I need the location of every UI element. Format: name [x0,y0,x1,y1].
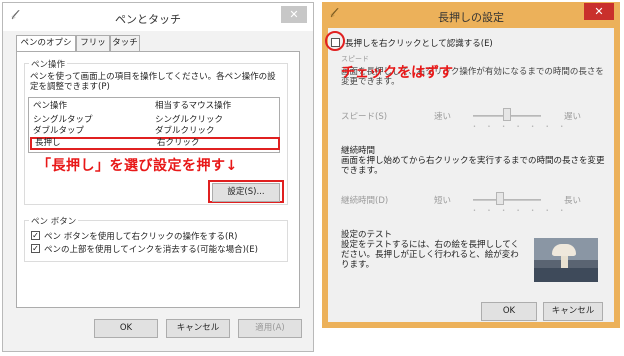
speed-slider-thumb[interactable] [503,108,511,121]
mushroom-picture-ground [534,268,598,282]
title-bar: 𝓁 ペンとタッチ ✕ [3,3,313,31]
speed-max-label: 遅い [564,112,582,122]
pen-buttons-group-label: ペン ボタン [29,215,79,227]
speed-min-label: 速い [434,112,452,122]
cancel-button[interactable]: キャンセル [543,302,603,321]
tab-touch[interactable]: タッチ [110,35,140,51]
eraser-label: ペンの上部を使用してインクを消去する(可能な場合)(E) [44,245,258,255]
test-description: 設定をテストするには、右の絵を長押ししてください。長押しが正しく行われると、絵が… [341,240,519,270]
pen-actions-group-label: ペン操作 [29,58,68,70]
duration-slider-track [473,199,541,201]
speed-slider-ticks: • • • • • • • [473,124,569,130]
duration-slider-ticks: • • • • • • • [473,208,569,214]
cancel-button[interactable]: キャンセル [166,319,230,338]
ok-button[interactable]: OK [481,302,537,321]
list-item-mouse: 右クリック [157,138,200,148]
close-button[interactable]: ✕ [281,6,307,23]
speed-label: スピード(S) [341,112,388,122]
tab-flicks[interactable]: フリック [76,35,110,62]
duration-description: 画面を押し始めてから右クリックを実行するまでの時間の長さを変更できます。 [341,156,605,176]
window-title: 長押しの設定 [438,11,504,24]
column-header-pen-action: ペン操作 [33,101,68,111]
annotation-uncheck: チェックをはずす [341,65,453,81]
test-picture[interactable] [534,238,598,282]
list-item-mouse: シングルクリック [155,115,224,125]
list-item-selected[interactable]: 長押し 右クリック [30,137,280,150]
mushroom-picture-cap [552,244,576,256]
checkbox-highlight-circle [325,31,345,51]
apply-button[interactable]: 適用(A) [238,319,302,338]
list-header: ペン操作 相当するマウス操作 [33,101,277,112]
list-item-action: 長押し [35,138,61,148]
duration-max-label: 長い [564,196,582,206]
list-item-mouse: ダブルクリック [155,126,215,136]
ok-button[interactable]: OK [94,319,158,338]
duration-min-label: 短い [434,196,452,206]
eraser-checkbox[interactable]: ✓ [31,244,40,253]
duration-slider-thumb[interactable] [496,192,505,205]
list-item[interactable]: シングルタップ シングルクリック [33,115,277,126]
title-bar: 𝓁 長押しの設定 ✕ [322,2,620,28]
right-click-button-checkbox[interactable]: ✓ [31,231,40,240]
column-header-mouse-equivalent: 相当するマウス操作 [155,101,232,111]
settings-button[interactable]: 設定(S)... [212,183,280,202]
right-click-button-label: ペン ボタンを使用して右クリックの操作をする(R) [44,232,238,242]
list-item-action: ダブルタップ [33,126,85,136]
pen-actions-list[interactable]: ペン操作 相当するマウス操作 シングルタップ シングルクリック ダブルタップ ダ… [28,97,280,153]
duration-group-label: 継続時間 [341,146,376,156]
tab-pen-options[interactable]: ペンのオプション [16,35,76,62]
annotation-select-press-and-hold: 「長押し」を選び設定を押す↓ [37,158,238,174]
window-title: ペンとタッチ [115,13,181,26]
mushroom-picture-stem [561,254,568,268]
close-button[interactable]: ✕ [584,3,614,20]
duration-label: 継続時間(D) [341,196,389,206]
test-group-label: 設定のテスト [341,230,393,240]
list-item[interactable]: ダブルタップ ダブルクリック [33,126,277,137]
pen-actions-description: ペンを使って画面上の項目を操作してください。各ペン操作の設定を調整できます(P) [30,72,276,92]
list-item-action: シングルタップ [33,115,93,125]
enable-press-and-hold-label: 長押しを右クリックとして認識する(E) [345,39,493,49]
